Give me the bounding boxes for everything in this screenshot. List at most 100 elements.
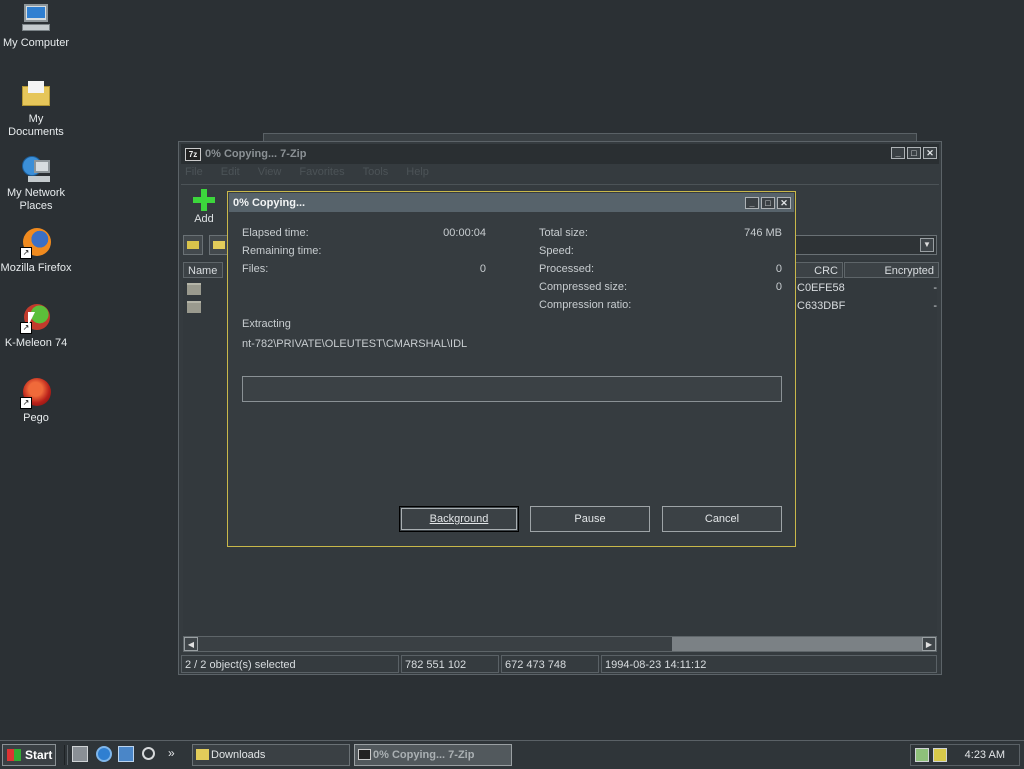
start-label: Start [25, 748, 53, 762]
files-value: 0 [479, 263, 486, 275]
desktop-icon-label: Pego [23, 412, 49, 424]
folder-icon [187, 301, 201, 313]
desktop-icon-k-meleon[interactable]: ↗ K-Meleon 74 [0, 302, 72, 350]
horizontal-scrollbar[interactable]: ◀ ▶ [183, 636, 937, 652]
menu-favorites[interactable]: Favorites [297, 166, 346, 182]
elapsed-time-value: 00:00:04 [443, 227, 486, 239]
row-encrypted: - [933, 300, 937, 312]
minimize-button[interactable]: _ [891, 147, 905, 159]
progress-dialog: 0% Copying... _ □ ✕ Elapsed time: 00:00:… [227, 191, 796, 547]
dialog-minimize-button[interactable]: _ [745, 197, 759, 209]
action-label: Extracting [242, 318, 291, 330]
status-size: 782 551 102 [401, 655, 499, 673]
maximize-button[interactable]: □ [907, 147, 921, 159]
desktop-icon-label: My Network Places [6, 187, 66, 212]
menu-file[interactable]: File [183, 166, 205, 182]
column-header-crc[interactable]: CRC [795, 262, 843, 278]
show-desktop-icon[interactable] [72, 746, 88, 762]
seven-zip-icon: 7z [185, 148, 201, 161]
compressed-size-value: 0 [775, 281, 782, 293]
add-button[interactable]: Add [191, 189, 217, 225]
cancel-button-label: Cancel [704, 513, 740, 525]
desktop-icon-pego[interactable]: ↗ Pego [0, 377, 72, 425]
folder-icon [196, 749, 209, 760]
network-places-icon [20, 152, 52, 184]
search-icon[interactable] [142, 747, 155, 760]
scroll-left-arrow-icon[interactable]: ◀ [184, 637, 198, 651]
computer-icon [20, 2, 52, 34]
desktop-icon-label: My Computer [2, 37, 70, 49]
pause-button[interactable]: Pause [530, 506, 650, 532]
windows-flag-icon [7, 749, 21, 761]
row-crc: C0EFE58 [797, 282, 845, 294]
taskbar: Start » Downloads 0% Copying... 7-Zip 4:… [0, 740, 1024, 769]
scroll-right-arrow-icon[interactable]: ▶ [922, 637, 936, 651]
desktop-icon-mozilla-firefox[interactable]: ↗ Mozilla Firefox [0, 227, 72, 275]
menu-tools[interactable]: Tools [361, 166, 391, 182]
network-tray-icon[interactable] [915, 748, 929, 762]
dialog-titlebar[interactable]: 0% Copying... _ □ ✕ [229, 193, 794, 212]
pego-icon: ↗ [20, 377, 52, 409]
add-plus-icon [193, 189, 215, 211]
desktop-icon-label: Mozilla Firefox [0, 262, 72, 274]
row-encrypted: - [933, 282, 937, 294]
cancel-button[interactable]: Cancel [662, 506, 782, 532]
progress-bar [242, 376, 782, 402]
k-meleon-icon: ↗ [20, 302, 52, 334]
firefox-icon: ↗ [20, 227, 52, 259]
quick-launch-overflow[interactable]: » [168, 746, 175, 760]
menu-help[interactable]: Help [404, 166, 431, 182]
column-header-name[interactable]: Name [183, 262, 223, 278]
window-titlebar[interactable]: 7z 0% Copying... 7-Zip _ □ ✕ [181, 144, 939, 164]
clock: 4:23 AM [964, 749, 1005, 761]
path-combobox[interactable]: ▼ [795, 235, 937, 255]
row-crc: C633DBF [797, 300, 846, 312]
status-packed: 672 473 748 [501, 655, 599, 673]
window-title: 0% Copying... 7-Zip [205, 148, 307, 160]
shortcut-arrow-icon: ↗ [20, 247, 32, 259]
status-selected: 2 / 2 object(s) selected [181, 655, 399, 673]
dialog-close-button[interactable]: ✕ [777, 197, 791, 209]
total-size-value: 746 MB [744, 227, 782, 239]
documents-folder-icon [20, 78, 52, 110]
taskbar-item-label: 0% Copying... 7-Zip [373, 749, 475, 761]
elapsed-time-label: Elapsed time: [242, 227, 309, 239]
scrollbar-thumb[interactable] [672, 637, 928, 651]
taskbar-separator [64, 745, 68, 765]
taskbar-item-label: Downloads [211, 749, 266, 761]
taskbar-item-downloads[interactable]: Downloads [192, 744, 350, 766]
pause-button-label: Pause [574, 513, 606, 525]
dialog-maximize-button[interactable]: □ [761, 197, 775, 209]
remaining-time-label: Remaining time: [242, 245, 322, 257]
desktop-icon-my-computer[interactable]: My Computer [0, 2, 72, 50]
up-folder-button[interactable] [183, 235, 203, 255]
desktop-icon-my-documents[interactable]: My Documents [0, 78, 72, 139]
taskbar-item-seven-zip[interactable]: 0% Copying... 7-Zip [354, 744, 512, 766]
menu-view[interactable]: View [256, 166, 284, 182]
close-button[interactable]: ✕ [923, 147, 937, 159]
column-header-encrypted[interactable]: Encrypted [844, 262, 939, 278]
dialog-title: 0% Copying... [233, 197, 306, 209]
desktop-icon-label: My Documents [8, 113, 64, 138]
status-bar: 2 / 2 object(s) selected 782 551 102 672… [181, 655, 939, 673]
speed-label: Speed: [539, 245, 574, 257]
start-button[interactable]: Start [2, 744, 56, 766]
background-button[interactable]: Background [399, 506, 519, 532]
outlook-express-icon[interactable] [118, 746, 134, 762]
processed-label: Processed: [539, 263, 595, 275]
current-path: nt-782\PRIVATE\OLEUTEST\CMARSHAL\IDL [242, 338, 468, 350]
compressed-size-label: Compressed size: [539, 281, 628, 293]
background-button-label: Background [429, 513, 489, 525]
folder-icon [187, 283, 201, 295]
files-label: Files: [242, 263, 269, 275]
security-tray-icon[interactable] [933, 748, 947, 762]
status-modified: 1994-08-23 14:11:12 [601, 655, 937, 673]
internet-explorer-icon[interactable] [96, 746, 112, 762]
shortcut-arrow-icon: ↗ [20, 397, 32, 409]
compression-ratio-label: Compression ratio: [539, 299, 632, 311]
menu-edit[interactable]: Edit [219, 166, 242, 182]
mouse-cursor-icon [28, 312, 35, 326]
folder-history-button[interactable] [209, 235, 229, 255]
chevron-down-icon[interactable]: ▼ [920, 238, 934, 252]
desktop-icon-my-network-places[interactable]: My Network Places [0, 152, 72, 213]
